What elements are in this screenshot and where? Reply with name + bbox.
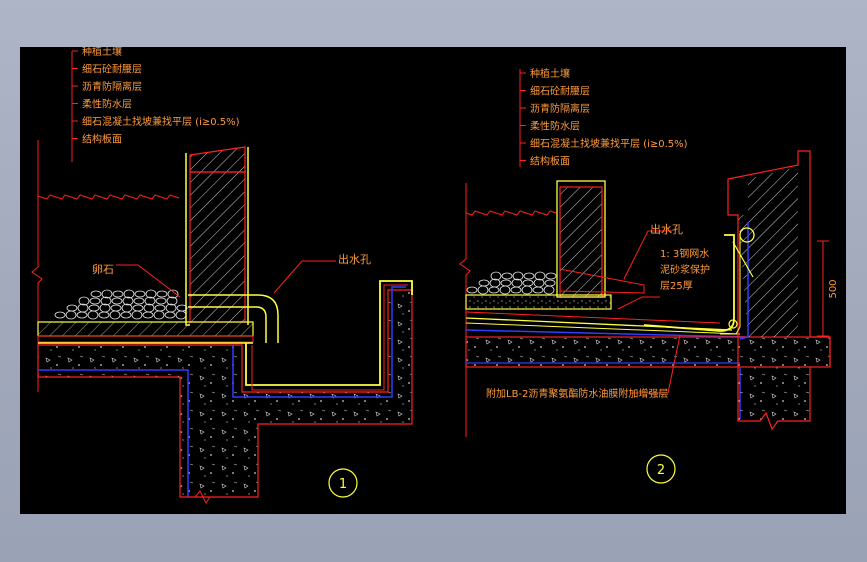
outlet-leader [273, 260, 336, 294]
wall-coping [189, 146, 246, 173]
layer-label-list: 种植土壤细石砼耐腰层沥青防隔离层柔性防水层细石混凝土找坡兼找平层 (i≥0.5%… [72, 45, 240, 146]
gravel-stone [110, 304, 122, 312]
detail-number: 2 [657, 463, 665, 478]
grass-line [465, 210, 557, 216]
gravel-stone [87, 310, 99, 320]
break-line-left [459, 183, 471, 437]
gravel-label: 卵石 [92, 263, 114, 276]
gravel-stone [112, 290, 124, 298]
detail-1: 种植土壤细石砼耐腰层沥青防隔离层柔性防水层细石混凝土找坡兼找平层 (i≥0.5%… [31, 45, 413, 504]
mortar-note-line1: 1: 3钢网水 [660, 247, 709, 260]
gravel-stone [98, 311, 110, 319]
edge-wall-hatch [738, 167, 798, 337]
bottom-note: 附加LB-2沥青聚氨酯防水油膜附加增强层 [486, 387, 668, 400]
gravel-stone [120, 311, 132, 319]
gravel-stone [109, 310, 121, 320]
gravel-stone [88, 304, 100, 312]
gutter-inner-line [251, 284, 408, 391]
gravel-stone [89, 297, 101, 305]
layer-label-list: 种植土壤细石砼耐腰层沥青防隔离层柔性防水层细石混凝土找坡兼找平层 (i≥0.5%… [520, 67, 688, 168]
layer-label: 结构板面 [530, 155, 570, 168]
gravel-leader [116, 264, 181, 298]
gravel-stone [153, 310, 165, 320]
planter-wall [189, 171, 246, 323]
mortar-note-line3: 层25厚 [660, 280, 693, 292]
viewer-frame: 种植土壤 细石砼耐腰层 沥青防隔离层 柔性防水层 细石混凝土找坡兼找平层 (i≥0.5%… [0, 0, 867, 562]
reinforcement-layer [465, 329, 747, 338]
gravel-stone [523, 272, 535, 280]
gravel-stone [156, 290, 168, 298]
mortar-note-line2: 泥砂浆保护 [660, 263, 710, 276]
layer-label: 细石砼耐腰层 [82, 63, 142, 76]
detail-number: 1 [339, 477, 347, 492]
dimension-value: 500 [828, 279, 839, 298]
layer-label: 沥青防隔离层 [82, 80, 142, 93]
cad-drawing-canvas[interactable]: 种植土壤 细石砼耐腰层 沥青防隔离层 柔性防水层 细石混凝土找坡兼找平层 (i≥0.5%… [20, 45, 846, 514]
gravel-pile [54, 289, 188, 320]
gravel-stone [488, 286, 500, 294]
gravel-stone [521, 285, 533, 295]
gravel-stone [66, 304, 78, 312]
gravel-stone [133, 297, 145, 305]
slope-layer-top [465, 311, 721, 324]
layer-label: 种植土壤 [530, 67, 570, 80]
cad-drawing: 种植土壤细石砼耐腰层沥青防隔离层柔性防水层细石混凝土找坡兼找平层 (i≥0.5%… [31, 45, 839, 504]
grass-line [37, 194, 180, 200]
gravel-stone [154, 304, 166, 312]
layer-label: 结构板面 [82, 133, 122, 146]
gravel-stone [544, 279, 556, 287]
layer-label: 细石混凝土找坡兼找平层 (i≥0.5%) [530, 137, 688, 150]
layer-label: 细石砼耐腰层 [530, 85, 590, 98]
gravel-stone [54, 311, 66, 319]
gravel-stone [543, 285, 555, 295]
gravel-stone [134, 290, 146, 298]
fine-concrete-layer [37, 321, 254, 337]
gravel-stone [522, 279, 534, 287]
edge-waterproof-upturn-2 [720, 237, 741, 335]
blue-line-lower [38, 369, 189, 497]
gravel-stone [111, 297, 123, 305]
gravel-stone [142, 311, 154, 319]
gravel-stone [131, 310, 143, 320]
layer-label: 种植土壤 [82, 47, 122, 58]
gravel-stone [155, 297, 167, 305]
edge-beam [737, 367, 811, 431]
gravel-stone [175, 310, 187, 320]
detail-2: 种植土壤细石砼耐腰层沥青防隔离层柔性防水层细石混凝土找坡兼找平层 (i≥0.5%… [459, 67, 839, 484]
outlet-label: 出水孔 [650, 222, 683, 236]
gravel-stone [510, 286, 522, 294]
layer-label: 沥青防隔离层 [530, 102, 590, 115]
layer-label: 柔性防水层 [530, 120, 580, 133]
gravel-stone [500, 279, 512, 287]
gravel-stone [545, 272, 557, 280]
gravel-stone [532, 286, 544, 294]
gravel-stone [65, 310, 77, 320]
gravel-stone [478, 279, 490, 287]
mortar-leader [617, 296, 660, 310]
gravel-stone [499, 285, 511, 295]
gravel-stone [466, 286, 478, 294]
gutter-waterproof [245, 280, 413, 386]
gravel-stone [76, 311, 88, 319]
gravel-pile [466, 271, 557, 295]
gravel-stone [132, 304, 144, 312]
gravel-stone [164, 311, 176, 319]
layer-label: 细石混凝土找坡兼找平层 (i≥0.5%) [82, 115, 240, 128]
planter-wall [559, 186, 603, 298]
layer-label: 柔性防水层 [82, 98, 132, 111]
wall-waterproof-yellow [185, 153, 190, 326]
gravel-stone [90, 290, 102, 298]
gravel-stone [477, 285, 489, 295]
gravel-stone [501, 272, 513, 280]
insulation-layer [37, 335, 254, 343]
outlet-label: 出水孔 [338, 252, 371, 266]
fine-concrete-layer [465, 294, 612, 310]
